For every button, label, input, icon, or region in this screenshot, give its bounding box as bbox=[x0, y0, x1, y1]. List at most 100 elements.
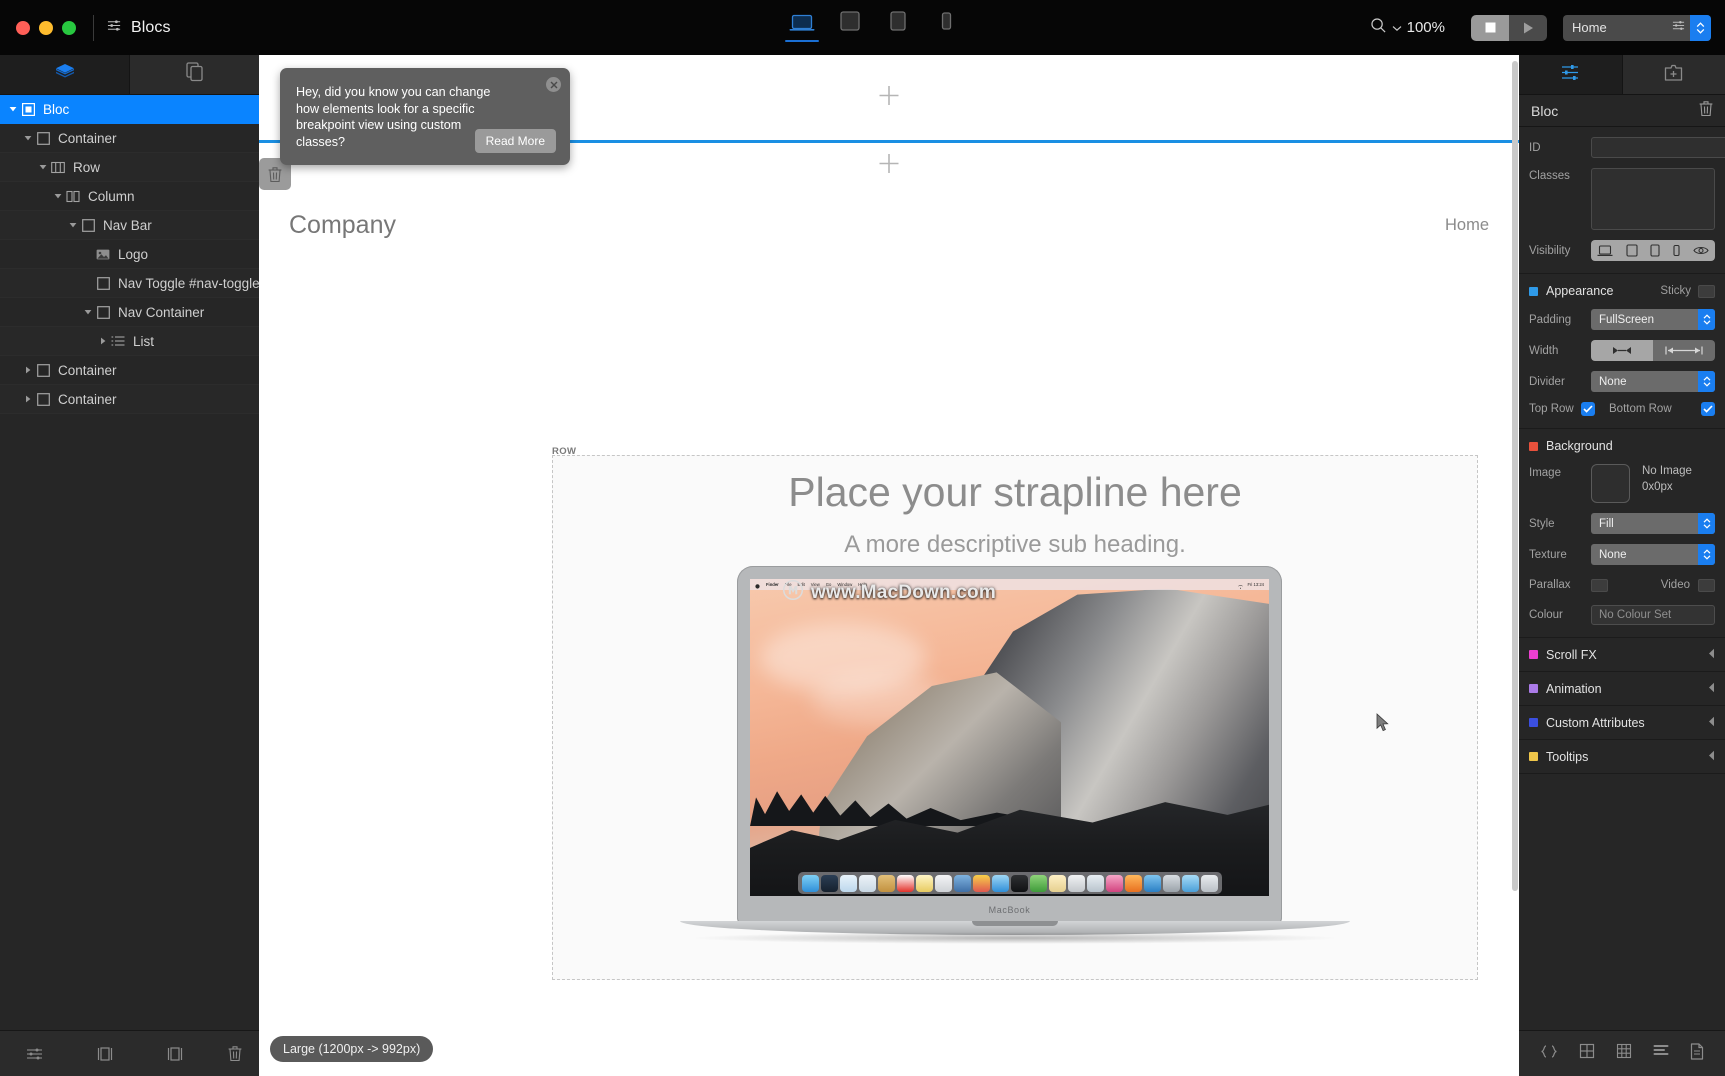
sidebar-tab-layers[interactable] bbox=[0, 55, 130, 94]
disclosure-open-icon[interactable] bbox=[6, 105, 19, 113]
sticky-toggle[interactable] bbox=[1698, 284, 1715, 298]
tree-node-label: Container bbox=[58, 130, 117, 146]
tree-node-column[interactable]: Column bbox=[0, 182, 259, 211]
width-segmented-control[interactable] bbox=[1591, 340, 1715, 361]
width-contained-option[interactable] bbox=[1591, 340, 1653, 361]
close-icon[interactable] bbox=[546, 77, 561, 92]
divider-select[interactable]: None bbox=[1591, 371, 1715, 392]
zoom-window-button[interactable] bbox=[62, 20, 76, 35]
tree-node-nav-bar[interactable]: Nav Bar bbox=[0, 211, 259, 240]
tree-node-container-1[interactable]: Container bbox=[0, 124, 259, 153]
design-canvas[interactable]: Company Home ROW Place your strapline he… bbox=[259, 55, 1519, 1076]
accordion-tooltips[interactable]: Tooltips bbox=[1519, 740, 1725, 774]
colour-field[interactable]: No Colour Set bbox=[1591, 605, 1715, 625]
tree-node-container-3[interactable]: Container bbox=[0, 385, 259, 414]
style-select[interactable]: Fill bbox=[1591, 513, 1715, 534]
tree-node-logo[interactable]: Logo bbox=[0, 240, 259, 269]
visibility-segmented-control[interactable] bbox=[1591, 240, 1715, 261]
tree-node-label: Column bbox=[88, 188, 135, 204]
width-full-option[interactable] bbox=[1653, 340, 1715, 361]
disclosure-closed-icon[interactable] bbox=[21, 395, 34, 403]
laptop-icon[interactable] bbox=[1597, 244, 1613, 257]
tree-node-row[interactable]: Row bbox=[0, 153, 259, 182]
page-button[interactable] bbox=[1690, 1042, 1704, 1065]
search-icon[interactable] bbox=[1370, 17, 1387, 39]
nav-link-home[interactable]: Home bbox=[1445, 216, 1489, 235]
read-more-button[interactable]: Read More bbox=[474, 128, 556, 153]
close-window-button[interactable] bbox=[16, 20, 30, 35]
tree-node-nav-toggle[interactable]: Nav Toggle #nav-toggle bbox=[0, 269, 260, 298]
disclosure-open-icon[interactable] bbox=[51, 192, 64, 200]
style-row: Style Fill bbox=[1519, 513, 1725, 534]
colour-label: Colour bbox=[1529, 609, 1563, 621]
tablet-portrait-icon[interactable] bbox=[1650, 244, 1661, 257]
padding-select[interactable]: FullScreen bbox=[1591, 309, 1715, 330]
sidebar-add-bloc-left-button[interactable] bbox=[70, 1046, 140, 1062]
bottom-row-checkbox[interactable] bbox=[1701, 402, 1715, 416]
play-preview-button[interactable] bbox=[1509, 14, 1547, 41]
row-outline[interactable]: Place your strapline here A more descrip… bbox=[552, 455, 1478, 980]
disclosure-open-icon[interactable] bbox=[81, 308, 94, 316]
chevron-down-icon[interactable] bbox=[1392, 19, 1402, 37]
sidebar-delete-button[interactable] bbox=[210, 1045, 259, 1062]
sidebar-tab-pages[interactable] bbox=[130, 55, 259, 94]
page-selector[interactable]: Home bbox=[1563, 14, 1711, 41]
trash-icon[interactable] bbox=[1699, 100, 1713, 122]
tree-node-nav-container[interactable]: Nav Container bbox=[0, 298, 259, 327]
preview-controls[interactable] bbox=[1471, 14, 1547, 41]
inspector-tabs bbox=[1519, 55, 1725, 95]
add-bloc-top-button[interactable] bbox=[879, 85, 900, 111]
disclosure-open-icon[interactable] bbox=[21, 134, 34, 142]
background-header[interactable]: Background bbox=[1519, 439, 1725, 453]
disclosure-closed-icon[interactable] bbox=[21, 366, 34, 374]
eye-icon[interactable] bbox=[1693, 245, 1709, 256]
add-bloc-below-button[interactable] bbox=[879, 153, 900, 179]
phone-icon[interactable] bbox=[1673, 244, 1680, 257]
list-lines-button[interactable] bbox=[1653, 1044, 1669, 1063]
texture-select[interactable]: None bbox=[1591, 544, 1715, 565]
page-settings-icon[interactable] bbox=[1672, 19, 1685, 37]
macbook-mockup-image[interactable]: Finder File Edit View Go Window Help Fri… bbox=[680, 566, 1350, 966]
canvas-vertical-scrollbar[interactable] bbox=[1511, 55, 1519, 1076]
tip-message: Hey, did you know you can change how ele… bbox=[296, 85, 491, 150]
strapline-heading[interactable]: Place your strapline here bbox=[553, 469, 1477, 516]
breakpoint-desktop[interactable] bbox=[785, 14, 819, 42]
disclosure-open-icon[interactable] bbox=[66, 221, 79, 229]
square-icon bbox=[34, 392, 52, 406]
appearance-header[interactable]: Appearance Sticky bbox=[1519, 284, 1725, 298]
inspector-tab-settings[interactable] bbox=[1519, 55, 1623, 94]
accordion-animation[interactable]: Animation bbox=[1519, 672, 1725, 706]
tree-node-container-2[interactable]: Container bbox=[0, 356, 259, 385]
accordion-custom-attributes[interactable]: Custom Attributes bbox=[1519, 706, 1725, 740]
sidebar-add-bloc-right-button[interactable] bbox=[140, 1046, 210, 1062]
code-brackets-button[interactable] bbox=[1540, 1044, 1558, 1064]
tablet-landscape-icon[interactable] bbox=[1626, 244, 1638, 257]
grid-small-button[interactable] bbox=[1579, 1043, 1595, 1064]
tree-node-bloc[interactable]: Bloc bbox=[0, 95, 259, 124]
top-row-checkbox[interactable] bbox=[1581, 402, 1595, 416]
grid-large-button[interactable] bbox=[1616, 1043, 1632, 1064]
accordion-scroll-fx[interactable]: Scroll FX bbox=[1519, 638, 1725, 672]
disclosure-open-icon[interactable] bbox=[36, 163, 49, 171]
breakpoint-switcher[interactable] bbox=[785, 10, 963, 42]
scrollbar-thumb[interactable] bbox=[1512, 61, 1518, 891]
animation-colour-dot bbox=[1529, 684, 1538, 693]
sidebar-settings-button[interactable] bbox=[0, 1046, 70, 1062]
stop-preview-button[interactable] bbox=[1471, 14, 1509, 41]
breakpoint-tablet-portrait[interactable] bbox=[881, 10, 915, 42]
brand-logo-text[interactable]: Company bbox=[289, 211, 396, 240]
minimize-window-button[interactable] bbox=[39, 20, 53, 35]
video-toggle[interactable] bbox=[1698, 578, 1715, 592]
inspector-tab-assets[interactable] bbox=[1623, 55, 1725, 94]
breakpoint-mobile[interactable] bbox=[929, 10, 963, 42]
tree-node-list[interactable]: List bbox=[0, 327, 259, 356]
background-image-well[interactable] bbox=[1591, 464, 1630, 503]
breakpoint-tablet-landscape[interactable] bbox=[833, 10, 867, 42]
page-stepper[interactable] bbox=[1690, 14, 1711, 41]
disclosure-closed-icon[interactable] bbox=[96, 337, 109, 345]
zoom-control[interactable]: 100% bbox=[1370, 17, 1445, 39]
parallax-toggle[interactable] bbox=[1591, 578, 1608, 592]
classes-input[interactable] bbox=[1591, 168, 1715, 230]
id-input[interactable] bbox=[1591, 137, 1725, 158]
sub-heading[interactable]: A more descriptive sub heading. bbox=[553, 531, 1477, 559]
